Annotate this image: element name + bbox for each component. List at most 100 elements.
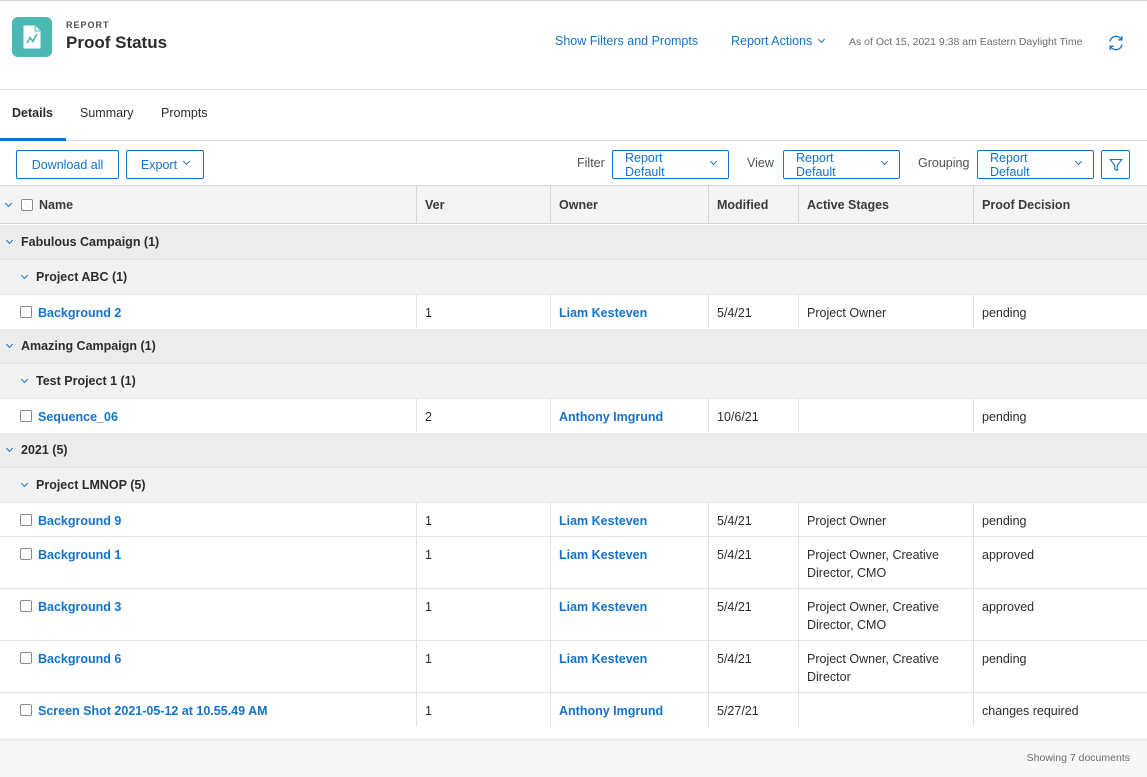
collapse-all-icon[interactable] bbox=[4, 199, 13, 207]
subgroup-label: Project LMNOP (5) bbox=[36, 478, 146, 492]
chevron-down-icon[interactable] bbox=[5, 444, 14, 453]
cell-value: 1 bbox=[425, 514, 432, 528]
refresh-button[interactable] bbox=[1106, 33, 1126, 53]
chevron-down-icon[interactable] bbox=[5, 236, 14, 245]
cell-value: 5/4/21 bbox=[717, 548, 752, 562]
cell-proof-decision: pending bbox=[973, 399, 1147, 432]
export-button[interactable]: Export bbox=[126, 150, 204, 179]
report-actions-label: Report Actions bbox=[731, 34, 813, 48]
cell-modified: 5/4/21 bbox=[708, 537, 798, 588]
cell-modified: 5/27/21 bbox=[708, 693, 798, 726]
view-label: View bbox=[747, 156, 774, 170]
cell-modified: 5/4/21 bbox=[708, 641, 798, 692]
cell-ver: 2 bbox=[416, 399, 550, 432]
cell-owner: Liam Kesteven bbox=[550, 295, 708, 328]
cell-active-stages: Project Owner bbox=[798, 295, 973, 328]
column-header-modified[interactable]: Modified bbox=[708, 186, 798, 223]
grouping-label: Grouping bbox=[918, 156, 970, 170]
filter-select[interactable]: Report Default bbox=[612, 150, 729, 179]
owner-link[interactable]: Liam Kesteven bbox=[559, 514, 647, 528]
column-header-proof-decision[interactable]: Proof Decision bbox=[973, 186, 1147, 223]
owner-link[interactable]: Liam Kesteven bbox=[559, 306, 647, 320]
cell-modified: 5/4/21 bbox=[708, 295, 798, 328]
cell-owner: Anthony Imgrund bbox=[550, 399, 708, 432]
chevron-down-icon[interactable] bbox=[20, 271, 29, 280]
table-footer: Showing 7 documents bbox=[0, 739, 1147, 777]
row-checkbox[interactable] bbox=[20, 652, 32, 664]
group-row[interactable]: Fabulous Campaign (1) bbox=[0, 224, 1147, 259]
cell-active-stages: Project Owner, Creative Director bbox=[798, 641, 973, 692]
grouping-select[interactable]: Report Default bbox=[977, 150, 1094, 179]
cell-ver: 1 bbox=[416, 693, 550, 726]
cell-value: 1 bbox=[425, 548, 432, 562]
owner-link[interactable]: Liam Kesteven bbox=[559, 652, 647, 666]
cell-value: 2 bbox=[425, 410, 432, 424]
row-checkbox[interactable] bbox=[20, 600, 32, 612]
filter-toggle-button[interactable] bbox=[1101, 150, 1130, 179]
document-link[interactable]: Screen Shot 2021-05-12 at 10.55.49 AM bbox=[38, 704, 268, 718]
cell-value: pending bbox=[982, 514, 1027, 528]
chevron-down-icon[interactable] bbox=[20, 479, 29, 488]
column-header-name[interactable]: Name bbox=[0, 186, 416, 223]
document-link[interactable]: Background 9 bbox=[38, 514, 121, 528]
cell-modified: 5/4/21 bbox=[708, 503, 798, 536]
cell-proof-decision: changes required bbox=[973, 693, 1147, 726]
chevron-down-icon[interactable] bbox=[20, 375, 29, 384]
subgroup-row[interactable]: Test Project 1 (1) bbox=[0, 363, 1147, 398]
table-row: Background 1 1 Liam Kesteven 5/4/21 Project … bbox=[0, 536, 1147, 588]
row-checkbox[interactable] bbox=[20, 704, 32, 716]
owner-link[interactable]: Anthony Imgrund bbox=[559, 410, 663, 424]
group-row[interactable]: 2021 (5) bbox=[0, 432, 1147, 467]
chevron-down-icon bbox=[881, 157, 889, 166]
document-link[interactable]: Background 6 bbox=[38, 652, 121, 666]
document-link[interactable]: Background 2 bbox=[38, 306, 121, 320]
row-checkbox[interactable] bbox=[20, 410, 32, 422]
cell-name: Sequence_06 bbox=[0, 399, 416, 432]
chevron-down-icon bbox=[710, 157, 718, 166]
tab-prompts[interactable]: Prompts bbox=[161, 106, 208, 120]
cell-ver: 1 bbox=[416, 537, 550, 588]
subgroup-row[interactable]: Project LMNOP (5) bbox=[0, 467, 1147, 502]
cell-proof-decision: pending bbox=[973, 295, 1147, 328]
row-checkbox[interactable] bbox=[20, 306, 32, 318]
cell-value: 10/6/21 bbox=[717, 410, 759, 424]
cell-active-stages: Project Owner, Creative Director, CMO bbox=[798, 589, 973, 640]
owner-link[interactable]: Anthony Imgrund bbox=[559, 704, 663, 718]
cell-value: Project Owner bbox=[807, 306, 887, 320]
group-row[interactable]: Amazing Campaign (1) bbox=[0, 328, 1147, 363]
tab-details[interactable]: Details bbox=[12, 106, 53, 120]
document-link[interactable]: Background 3 bbox=[38, 600, 121, 614]
row-checkbox[interactable] bbox=[20, 548, 32, 560]
page-title: Proof Status bbox=[66, 33, 168, 52]
download-all-button[interactable]: Download all bbox=[16, 150, 119, 179]
column-header-owner[interactable]: Owner bbox=[550, 186, 708, 223]
cell-ver: 1 bbox=[416, 503, 550, 536]
document-count: Showing 7 documents bbox=[1026, 752, 1130, 764]
cell-value: 5/27/21 bbox=[717, 704, 759, 718]
row-checkbox[interactable] bbox=[20, 514, 32, 526]
cell-value: 1 bbox=[425, 306, 432, 320]
column-header-ver[interactable]: Ver bbox=[416, 186, 550, 223]
chevron-down-icon[interactable] bbox=[5, 340, 14, 349]
cell-ver: 1 bbox=[416, 295, 550, 328]
cell-owner: Liam Kesteven bbox=[550, 641, 708, 692]
tab-summary[interactable]: Summary bbox=[80, 106, 133, 120]
cell-value: 1 bbox=[425, 704, 432, 718]
group-label: Fabulous Campaign (1) bbox=[21, 235, 160, 249]
report-kicker: REPORT bbox=[66, 20, 110, 30]
owner-link[interactable]: Liam Kesteven bbox=[559, 548, 647, 562]
column-label: Name bbox=[39, 197, 74, 212]
select-all-checkbox[interactable] bbox=[21, 198, 33, 211]
cell-value: pending bbox=[982, 306, 1027, 320]
document-link[interactable]: Sequence_06 bbox=[38, 410, 118, 424]
cell-active-stages bbox=[798, 693, 973, 726]
cell-active-stages: Project Owner bbox=[798, 503, 973, 536]
cell-value: pending bbox=[982, 410, 1027, 424]
report-actions-menu[interactable]: Report Actions bbox=[731, 34, 826, 48]
view-select[interactable]: Report Default bbox=[783, 150, 900, 179]
subgroup-row[interactable]: Project ABC (1) bbox=[0, 259, 1147, 294]
column-header-active-stages[interactable]: Active Stages bbox=[798, 186, 973, 223]
owner-link[interactable]: Liam Kesteven bbox=[559, 600, 647, 614]
show-filters-link[interactable]: Show Filters and Prompts bbox=[555, 34, 698, 48]
document-link[interactable]: Background 1 bbox=[38, 548, 121, 562]
